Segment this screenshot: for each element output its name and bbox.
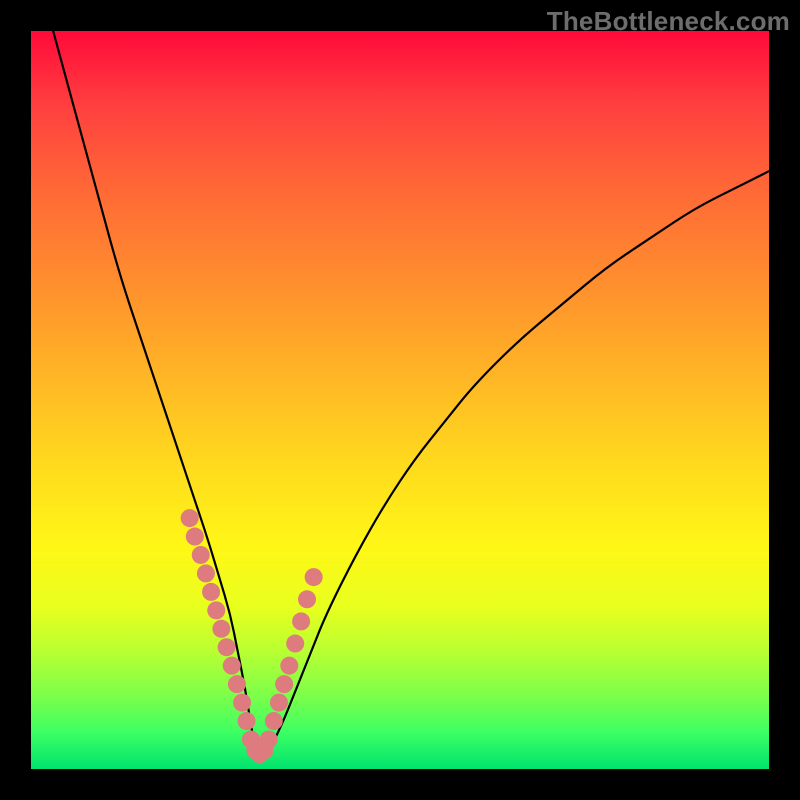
highlight-point (298, 590, 316, 608)
highlight-point (275, 675, 293, 693)
highlight-point (228, 675, 246, 693)
highlight-point (292, 612, 310, 630)
highlight-point (265, 712, 283, 730)
chart-plot-area (31, 31, 769, 769)
highlight-point (212, 620, 230, 638)
highlight-point (223, 657, 241, 675)
highlight-point (233, 694, 251, 712)
highlight-point (260, 730, 278, 748)
highlight-point (186, 528, 204, 546)
highlight-point (238, 712, 256, 730)
highlight-point (305, 568, 323, 586)
highlight-point (280, 657, 298, 675)
highlight-markers (181, 509, 323, 763)
highlight-point (207, 601, 225, 619)
bottleneck-curve (53, 31, 769, 754)
highlight-point (181, 509, 199, 527)
highlight-point (270, 694, 288, 712)
highlight-point (286, 635, 304, 653)
chart-svg (31, 31, 769, 769)
chart-stage: TheBottleneck.com (0, 0, 800, 800)
highlight-point (192, 546, 210, 564)
highlight-point (197, 564, 215, 582)
highlight-point (218, 638, 236, 656)
highlight-point (202, 583, 220, 601)
watermark-text: TheBottleneck.com (547, 6, 790, 37)
